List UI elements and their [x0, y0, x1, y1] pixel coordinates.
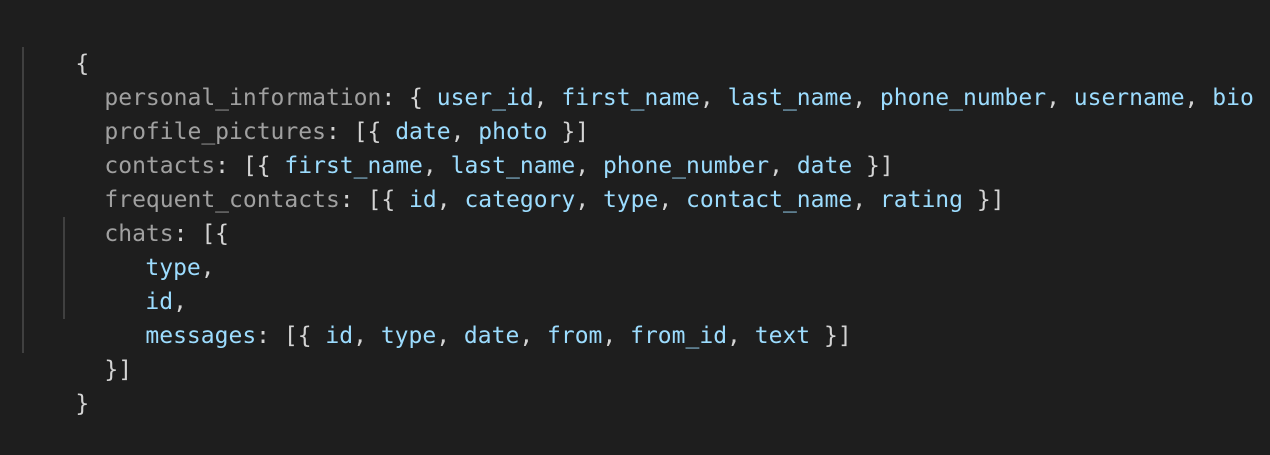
field: username [1073, 85, 1185, 111]
field: from [547, 323, 603, 349]
field: id [409, 187, 437, 213]
field: category [464, 187, 576, 213]
field: id [325, 323, 354, 349]
field: rating [879, 187, 963, 213]
root-close-brace: } [75, 391, 90, 417]
field: from_id [630, 323, 728, 349]
field: type [602, 187, 659, 213]
field: type [380, 323, 437, 349]
field: phone_number [879, 85, 1047, 111]
code-line-chats-id: id, [145, 289, 187, 315]
field: text [754, 323, 811, 349]
code-line-profile-pictures: profile_pictures: [{ date, photo }] [104, 119, 590, 145]
code-editor[interactable]: { personal_information: { user_id, first… [20, 13, 1270, 417]
field: bio [1212, 85, 1254, 111]
code-line-contacts: contacts: [{ first_name, last_name, phon… [104, 153, 894, 179]
code-line-chats-type: type, [145, 255, 215, 281]
code-line-root-close: } [20, 353, 89, 417]
code-line-frequent-contacts: frequent_contacts: [{ id, category, type… [104, 187, 1005, 213]
field: date [463, 323, 520, 349]
code-line-chats-close: }] [49, 319, 132, 383]
field: contact_name [686, 187, 853, 213]
key-messages: messages [145, 323, 257, 349]
code-line-personal-information: personal_information: { user_id, first_n… [104, 85, 1270, 111]
code-line-chats: chats: [{ [104, 221, 230, 247]
field: last_name [727, 85, 853, 111]
code-line-root-open: { [20, 13, 89, 77]
code-line-messages: messages: [{ id, type, date, from, from_… [145, 323, 852, 349]
chats-close-bracket: }] [104, 357, 133, 383]
